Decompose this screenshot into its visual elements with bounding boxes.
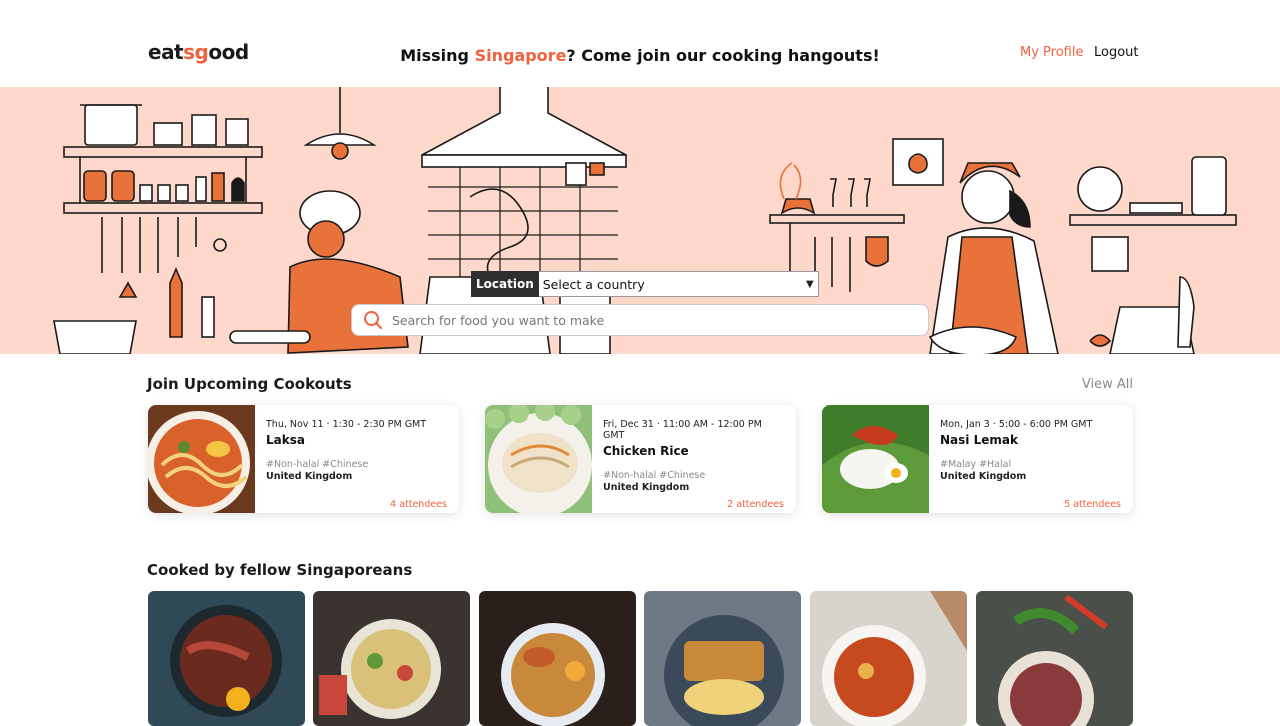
fellow-singaporeans-title: Cooked by fellow Singaporeans [147,561,413,579]
country-select[interactable]: Select a country ▼ [538,271,819,297]
upcoming-cookouts-title: Join Upcoming Cookouts [147,375,352,393]
cookout-country: United Kingdom [940,471,1027,482]
chevron-down-icon: ▼ [806,278,814,290]
cookout-country: United Kingdom [603,482,690,493]
cookout-name: Nasi Lemak [940,433,1018,447]
search-input[interactable]: Search for food you want to make [392,313,604,328]
cookout-name: Chicken Rice [603,444,689,458]
nasi-lemak-image [822,405,929,513]
card-body: Thu, Nov 11 · 1:30 - 2:30 PM GMT Laksa #… [266,419,447,513]
food-photo-tile[interactable] [313,591,470,726]
cookout-tags: #Non-halal #Chinese [266,459,369,470]
food-photo-tile[interactable] [976,591,1133,726]
food-photo-tile[interactable] [148,591,305,726]
cookout-date: Thu, Nov 11 · 1:30 - 2:30 PM GMT [266,419,427,430]
laksa-image [148,405,255,513]
cookout-tags: #Non-halal #Chinese [603,470,706,481]
chicken-rice-image [485,405,592,513]
my-profile-link[interactable]: My Profile [1020,45,1083,60]
cookout-country: United Kingdom [266,471,353,482]
cookout-attendees: 5 attendees [1064,499,1121,510]
food-photo-tile[interactable] [644,591,801,726]
tagline-post: ? Come join our cooking hangouts! [566,46,880,65]
food-photo-tile[interactable] [810,591,967,726]
cookout-date: Mon, Jan 3 · 5:00 - 6:00 PM GMT [940,419,1093,430]
cookout-card[interactable]: Thu, Nov 11 · 1:30 - 2:30 PM GMT Laksa #… [148,405,459,513]
cookout-name: Laksa [266,433,305,447]
cookout-tags: #Malay #Halal [940,459,1012,470]
view-all-link[interactable]: View All [1082,377,1133,392]
country-select-value: Select a country [542,276,645,292]
page-tagline: Missing Singapore? Come join our cooking… [0,46,1280,65]
tagline-highlight: Singapore [474,46,567,65]
hero-banner: Location Select a country ▼ Search for f… [0,87,1280,354]
cookout-attendees: 4 attendees [390,499,447,510]
search-icon [363,310,383,330]
card-body: Mon, Jan 3 · 5:00 - 6:00 PM GMT Nasi Lem… [940,419,1121,513]
cookout-card[interactable]: Mon, Jan 3 · 5:00 - 6:00 PM GMT Nasi Lem… [822,405,1133,513]
cookout-card[interactable]: Fri, Dec 31 · 11:00 AM - 12:00 PM GMT Ch… [485,405,796,513]
top-header: eatsgood Missing Singapore? Come join ou… [0,0,1280,87]
logout-link[interactable]: Logout [1094,45,1139,60]
tagline-pre: Missing [400,46,475,65]
location-filter: Location Select a country ▼ [471,271,819,297]
food-photo-tile[interactable] [479,591,636,726]
food-search-bar[interactable]: Search for food you want to make [351,304,929,336]
card-body: Fri, Dec 31 · 11:00 AM - 12:00 PM GMT Ch… [603,419,784,513]
cookout-attendees: 2 attendees [727,499,784,510]
location-label: Location [471,271,539,297]
cookout-date: Fri, Dec 31 · 11:00 AM - 12:00 PM GMT [603,419,762,441]
